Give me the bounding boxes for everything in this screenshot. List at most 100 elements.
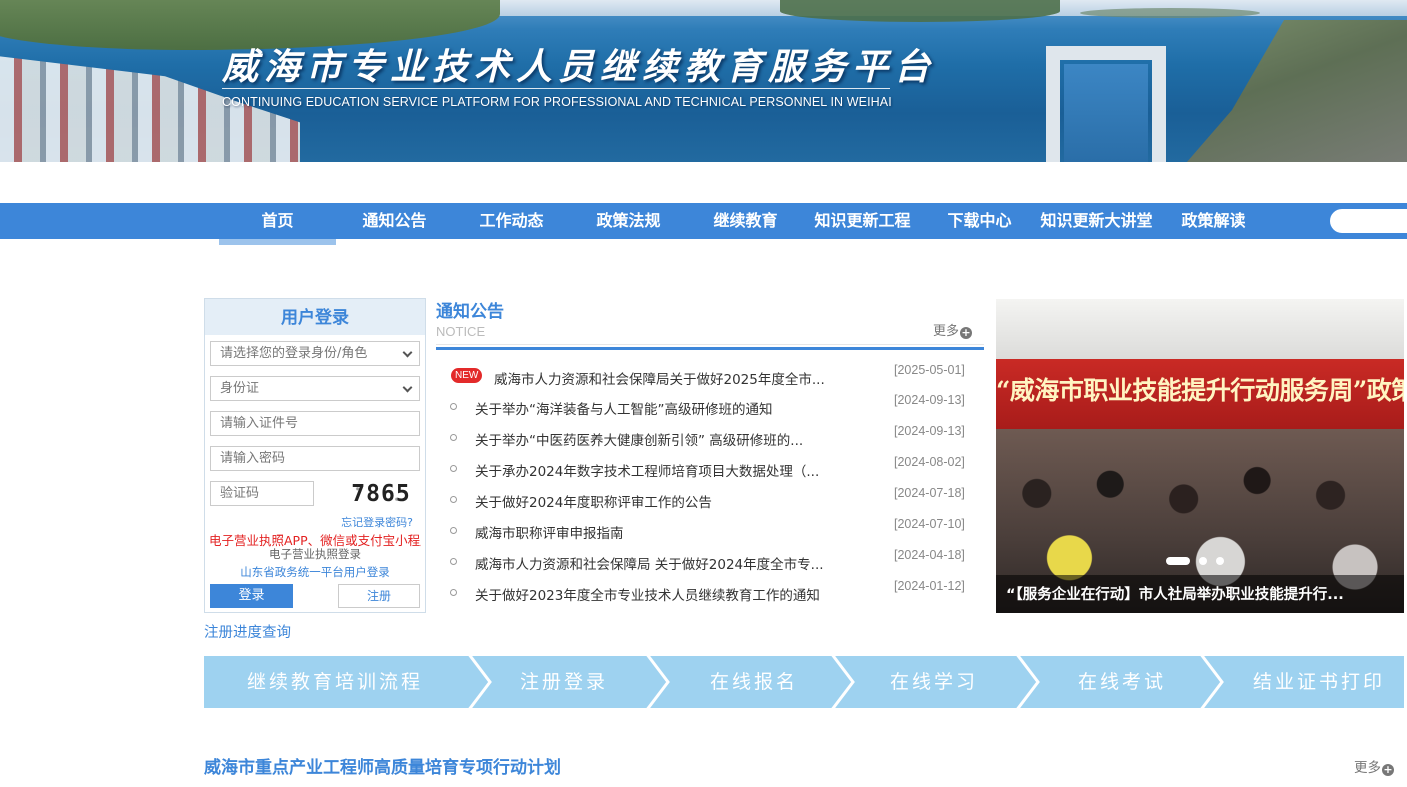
password-input[interactable]: 请输入密码 — [210, 446, 420, 471]
search-input[interactable] — [1330, 209, 1407, 233]
notices-subtitle: NOTICE — [436, 324, 486, 339]
news-slideshow[interactable]: “威海市职业技能提升行动服务周”政策宣讲会 “【服务企业在行动】市人社局举办职业… — [996, 299, 1404, 613]
bullet-icon — [450, 558, 457, 565]
notice-item[interactable]: 威海市人力资源和社会保障局 关于做好2024年度全市专... [2024-04-… — [450, 548, 980, 575]
notice-date: [2025-05-01] — [894, 363, 965, 377]
login-button[interactable]: 登录 — [210, 584, 293, 608]
slide-caption[interactable]: “【服务企业在行动】市人社局举办职业技能提升行... — [1006, 583, 1398, 604]
id-type-select[interactable]: 身份证 — [210, 376, 420, 401]
notice-title[interactable]: 威海市人力资源和社会保障局关于做好2025年度全市... — [494, 368, 825, 388]
bullet-icon — [450, 434, 457, 441]
notice-date: [2024-08-02] — [894, 455, 965, 469]
chevron-right-icon — [1014, 653, 1040, 711]
login-panel: 用户登录 请选择您的登录身份/角色 身份证 请输入证件号 请输入密码 验证码 7… — [204, 298, 426, 613]
notice-item[interactable]: 威海市职称评审申报指南 [2024-07-10] — [450, 517, 980, 544]
bullet-icon — [450, 589, 457, 596]
nav-item-continuing-education[interactable]: 继续教育 — [687, 203, 804, 239]
engineer-program-title[interactable]: 威海市重点产业工程师高质量培育专项行动计划 — [204, 753, 561, 778]
gov-platform-login-link[interactable]: 山东省政务统一平台用户登录 — [205, 564, 425, 580]
photo-ceiling — [996, 299, 1404, 359]
banner-gate-inner — [1064, 64, 1148, 162]
notices-title: 通知公告 — [436, 302, 504, 322]
notices-divider-thin — [436, 344, 984, 345]
main-nav: 首页 通知公告 工作动态 政策法规 继续教育 知识更新工程 下载中心 知识更新大… — [0, 203, 1407, 239]
bullet-icon — [450, 403, 457, 410]
notices-divider — [436, 347, 984, 350]
process-step-online-learning[interactable]: 在线学习 — [864, 656, 1004, 708]
notice-item[interactable]: 关于举办“中医药医养大健康创新引领” 高级研修班的... [2024-09-13… — [450, 424, 980, 451]
id-type-select-value: 身份证 — [220, 381, 260, 396]
notice-item[interactable]: 关于做好2024年度职称评审工作的公告 [2024-07-18] — [450, 486, 980, 513]
notice-item[interactable]: 关于承办2024年数字技术工程师培育项目大数据处理（... [2024-08-0… — [450, 455, 980, 482]
notice-item[interactable]: NEW 威海市人力资源和社会保障局关于做好2025年度全市... [2025-0… — [450, 363, 980, 390]
register-button[interactable]: 注册 — [338, 584, 420, 608]
notices-more-label: 更多 — [933, 324, 960, 339]
site-subtitle: CONTINUING EDUCATION SERVICE PLATFORM FO… — [222, 95, 892, 109]
plus-circle-icon: + — [1382, 763, 1394, 776]
nav-item-knowledge-update[interactable]: 知识更新工程 — [804, 203, 921, 239]
process-step-certificate-print[interactable]: 结业证书打印 — [1234, 656, 1404, 708]
process-step-online-signup[interactable]: 在线报名 — [682, 656, 826, 708]
engineer-program-more-link[interactable]: 更多 + — [1354, 756, 1394, 776]
notice-date: [2024-09-13] — [894, 424, 965, 438]
training-process-bar: 继续教育培训流程 注册登录 在线报名 在线学习 在线考试 结业证书打印 — [204, 653, 1404, 711]
new-badge: NEW — [451, 368, 483, 383]
notice-date: [2024-09-13] — [894, 393, 965, 407]
nav-item-work-news[interactable]: 工作动态 — [453, 203, 570, 239]
notice-date: [2024-07-18] — [894, 486, 965, 500]
login-title: 用户登录 — [205, 299, 425, 335]
banner-coast — [1180, 20, 1407, 162]
notice-date: [2024-04-18] — [894, 548, 965, 562]
forgot-password-link[interactable]: 忘记登录密码? — [341, 514, 413, 530]
site-title: 威海市专业技术人员继续教育服务平台 — [222, 46, 937, 88]
process-step-online-exam[interactable]: 在线考试 — [1052, 656, 1192, 708]
slide-dot[interactable] — [1199, 557, 1207, 565]
id-number-input[interactable]: 请输入证件号 — [210, 411, 420, 436]
notice-title[interactable]: 关于做好2024年度职称评审工作的公告 — [475, 491, 712, 511]
notice-title[interactable]: 关于做好2023年度全市专业技术人员继续教育工作的通知 — [475, 584, 820, 604]
notice-date: [2024-07-10] — [894, 517, 965, 531]
process-step-training-flow: 继续教育培训流程 — [246, 671, 423, 693]
notice-item[interactable]: 关于举办“海洋装备与人工智能”高级研修班的通知 [2024-09-13] — [450, 393, 980, 420]
slide-dot-active[interactable] — [1166, 557, 1190, 565]
nav-item-policy-interpretation[interactable]: 政策解读 — [1155, 203, 1272, 239]
nav-item-notices[interactable]: 通知公告 — [336, 203, 453, 239]
notice-title[interactable]: 关于举办“中医药医养大健康创新引领” 高级研修班的... — [475, 429, 803, 449]
photo-banner-text: “威海市职业技能提升行动服务周”政策宣讲会 — [996, 376, 1404, 405]
registration-progress-link[interactable]: 注册进度查询 — [204, 621, 291, 642]
nav-active-indicator — [219, 239, 336, 245]
banner-island-small — [1080, 8, 1260, 18]
nav-item-lecture-hall[interactable]: 知识更新大讲堂 — [1038, 203, 1155, 239]
nav-item-downloads[interactable]: 下载中心 — [921, 203, 1038, 239]
notice-title[interactable]: 关于承办2024年数字技术工程师培育项目大数据处理（... — [475, 460, 819, 480]
notice-title[interactable]: 关于举办“海洋装备与人工智能”高级研修班的通知 — [475, 398, 773, 418]
bullet-icon — [450, 527, 457, 534]
nav-item-home[interactable]: 首页 — [219, 203, 336, 239]
header-banner: 威海市专业技术人员继续教育服务平台 CONTINUING EDUCATION S… — [0, 0, 1407, 162]
captcha-image[interactable]: 7865 — [342, 481, 420, 507]
banner-island — [780, 0, 1060, 22]
chevron-right-icon — [1198, 653, 1224, 711]
engineer-program-more-label: 更多 — [1354, 760, 1381, 776]
notices-more-link[interactable]: 更多 + — [933, 320, 973, 339]
role-select-value: 请选择您的登录身份/角色 — [220, 346, 368, 361]
password-placeholder: 请输入密码 — [220, 451, 286, 466]
plus-circle-icon: + — [960, 326, 973, 339]
slide-dot[interactable] — [1216, 557, 1224, 565]
process-step-register-login[interactable]: 注册登录 — [494, 656, 634, 708]
id-number-placeholder: 请输入证件号 — [220, 416, 299, 431]
notice-date: [2024-01-12] — [894, 579, 965, 593]
bullet-icon — [450, 465, 457, 472]
role-select[interactable]: 请选择您的登录身份/角色 — [210, 341, 420, 366]
chevron-right-icon — [829, 653, 855, 711]
title-divider — [222, 88, 890, 89]
bullet-icon — [450, 496, 457, 503]
notice-title[interactable]: 威海市职称评审申报指南 — [475, 522, 624, 542]
nav-item-policies[interactable]: 政策法规 — [570, 203, 687, 239]
notice-item[interactable]: 关于做好2023年度全市专业技术人员继续教育工作的通知 [2024-01-12] — [450, 579, 980, 606]
notice-title[interactable]: 威海市人力资源和社会保障局 关于做好2024年度全市专... — [475, 553, 824, 573]
captcha-input[interactable]: 验证码 — [210, 481, 314, 506]
captcha-placeholder: 验证码 — [220, 486, 260, 501]
biz-license-login-link[interactable]: 电子营业执照登录 — [205, 546, 425, 562]
chevron-right-icon — [644, 653, 670, 711]
